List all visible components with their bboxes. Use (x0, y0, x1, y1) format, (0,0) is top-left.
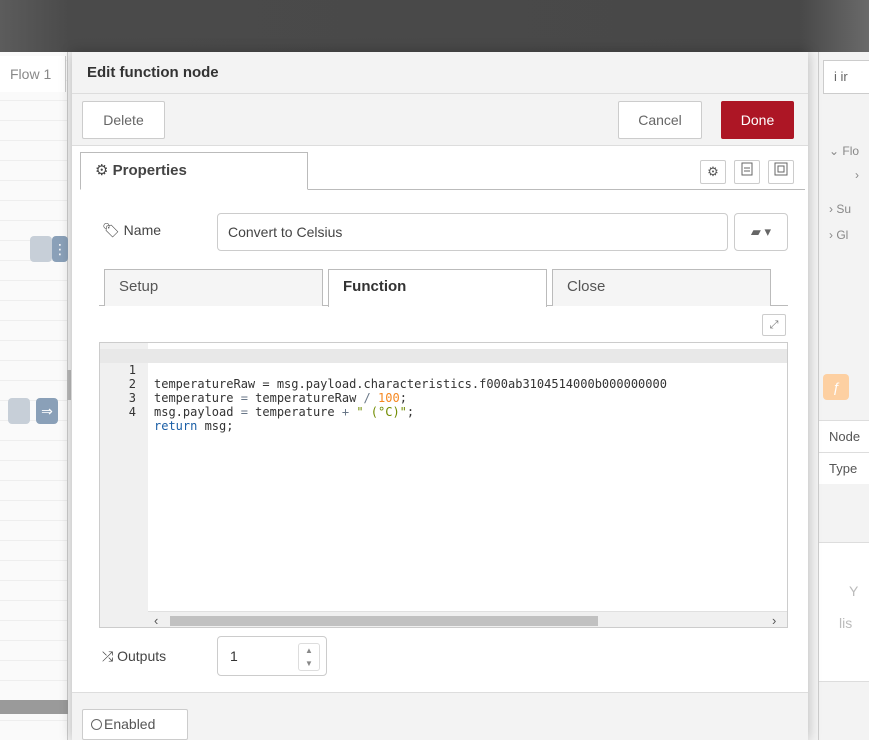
code-line[interactable]: 2 temperature = temperatureRaw / 100; (100, 363, 787, 405)
workspace-footer (0, 700, 68, 714)
scroll-left-icon[interactable]: ‹ (154, 612, 158, 627)
resize-handle[interactable] (67, 370, 71, 400)
gear-icon: ⚙ (707, 164, 719, 179)
info-row-type: Type (819, 452, 869, 484)
tree-item[interactable]: ⌄ Flo (829, 144, 859, 158)
code-text-hl: return msg; (154, 419, 234, 433)
outputs-value[interactable]: 1 (230, 637, 238, 675)
scroll-right-icon[interactable]: › (772, 612, 776, 627)
app-header-bar (0, 0, 869, 52)
node-description-button[interactable] (734, 160, 760, 184)
tab-setup[interactable]: Setup (104, 269, 323, 306)
tree-item[interactable]: › (855, 168, 859, 182)
tree-item[interactable]: › Gl (829, 228, 848, 242)
document-icon (741, 162, 753, 176)
name-label: 🏷 Name (102, 222, 162, 238)
outputs-stepper[interactable]: 1 ▲ ▼ (217, 636, 327, 676)
chevron-down-icon: ▾ (764, 224, 772, 239)
info-help-panel: Y lis (819, 542, 869, 682)
enabled-toggle[interactable]: Enabled (82, 709, 188, 740)
expand-icon: ⤢ (769, 319, 779, 331)
outputs-label: ⤮ Outputs (102, 648, 167, 664)
tag-icon: 🏷 (102, 222, 120, 238)
function-node-icon: ƒ (823, 374, 849, 400)
stepper-arrows[interactable]: ▲ ▼ (298, 643, 320, 671)
code-line[interactable]: 3 msg.payload = temperature + " (°C)"; (100, 377, 787, 419)
tree-item[interactable]: › Su (829, 202, 851, 216)
workspace-node-icon[interactable]: ⇒ (36, 398, 58, 424)
book-icon: ▰ (750, 224, 761, 239)
done-button[interactable]: Done (721, 101, 794, 139)
node-appearance-button[interactable] (768, 160, 794, 184)
properties-tab-label: Properties (112, 162, 187, 179)
shuffle-icon: ⤮ (102, 648, 114, 664)
help-text: Y (849, 583, 859, 599)
workspace-node[interactable] (30, 236, 52, 262)
workspace-node[interactable] (8, 398, 30, 424)
info-tab[interactable]: i ir (823, 60, 869, 94)
circle-icon (91, 719, 102, 730)
info-row-node: Node (819, 420, 869, 452)
flow-workspace[interactable] (0, 52, 68, 740)
tab-flow-1[interactable]: Flow 1 (0, 56, 66, 92)
name-input[interactable]: Convert to Celsius (217, 213, 728, 251)
edit-function-node-panel: Edit function node Delete Cancel Done ⚙ … (72, 52, 808, 740)
icon-picker-button[interactable]: ▰ ▾ (734, 213, 788, 251)
editor-title: Edit function node (87, 64, 219, 81)
code-line[interactable]: 4 return msg; (100, 391, 787, 433)
expand-editor-button[interactable]: ⤢ (762, 314, 786, 336)
tab-properties[interactable]: ⚙ Properties (80, 152, 308, 190)
horizontal-scrollbar[interactable]: ‹ › (148, 611, 787, 627)
editor-toolbar: Delete Cancel Done (72, 94, 808, 146)
editor-header: Edit function node (72, 52, 808, 94)
code-text-hl: msg.payload = temperature + " (°C)"; (154, 405, 415, 419)
function-code-editor[interactable]: 1 temperatureRaw = msg.payload.character… (99, 342, 788, 628)
info-sidebar: i ir ⌄ Flo › › Su › Gl ƒ Node Type Y lis (818, 52, 869, 740)
tab-function[interactable]: Function (328, 269, 547, 307)
scrollbar-thumb[interactable] (170, 616, 598, 626)
code-line[interactable]: 1 temperatureRaw = msg.payload.character… (100, 349, 787, 391)
delete-button[interactable]: Delete (82, 101, 165, 139)
cancel-button[interactable]: Cancel (618, 101, 702, 139)
workspace-node-port[interactable]: ⋮ (52, 236, 68, 262)
tab-close[interactable]: Close (552, 269, 771, 306)
layout-icon (774, 162, 788, 176)
gear-icon: ⚙ (95, 162, 109, 179)
help-text: lis (839, 615, 853, 631)
line-number: 4 (128, 405, 136, 419)
node-settings-button[interactable]: ⚙ (700, 160, 726, 184)
